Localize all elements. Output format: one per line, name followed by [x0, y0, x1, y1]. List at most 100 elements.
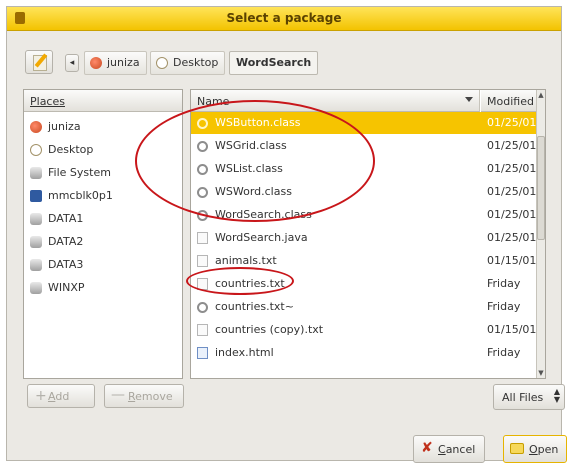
drive-icon [30, 259, 42, 271]
open-button[interactable]: Open [503, 435, 567, 463]
sort-descending-icon [465, 97, 473, 102]
file-name: countries.txt [215, 277, 285, 290]
add-label: dd [55, 390, 70, 403]
file-name: animals.txt [215, 254, 277, 267]
document-file-icon [197, 324, 208, 336]
file-name: countries.txt~ [215, 300, 294, 313]
crumb-wordsearch[interactable]: WordSearch [229, 51, 319, 75]
file-name: WSGrid.class [215, 139, 287, 152]
scroll-left-button[interactable]: ◂ [65, 54, 79, 72]
desktop-icon [156, 57, 168, 69]
file-row[interactable]: WSList.class 01/25/01 [191, 158, 537, 180]
place-label: mmcblk0p1 [48, 189, 113, 202]
places-header[interactable]: Places [24, 90, 182, 112]
home-folder-icon [30, 121, 42, 133]
open-mnemonic: O [529, 443, 538, 456]
file-modified: 01/25/01 [487, 116, 537, 129]
file-list-pane: Name Modified WSButton.class 01/25/01 WSG… [190, 89, 546, 379]
open-label: pen [537, 443, 559, 456]
drive-icon [30, 213, 42, 225]
file-name: countries (copy).txt [215, 323, 324, 336]
file-row[interactable]: WSButton.class 01/25/01 [191, 112, 537, 134]
cancel-mnemonic: C [438, 443, 446, 456]
file-row[interactable]: countries.txt Friday [191, 273, 537, 295]
drive-icon [30, 167, 42, 179]
desktop-icon [30, 144, 42, 156]
places-pane: Places juniza Desktop File System mmcblk… [23, 89, 183, 379]
place-label: DATA1 [48, 212, 84, 225]
place-label: DATA3 [48, 258, 84, 271]
crumb-label: WordSearch [236, 56, 312, 69]
file-row[interactable]: countries.txt~ Friday [191, 296, 537, 318]
place-label: WINXP [48, 281, 85, 294]
file-list-scrollbar[interactable]: ▲ ▼ [536, 90, 545, 378]
html-file-icon [197, 347, 208, 359]
file-row[interactable]: countries (copy).txt 01/15/01 [191, 319, 537, 341]
class-file-icon [197, 210, 208, 221]
edit-location-button[interactable] [25, 50, 53, 74]
file-name: WSList.class [215, 162, 283, 175]
file-name: WSButton.class [215, 116, 301, 129]
file-row[interactable]: WSGrid.class 01/25/01 [191, 135, 537, 157]
cancel-button[interactable]: ✘ Cancel [413, 435, 485, 463]
document-file-icon [197, 232, 208, 244]
file-name: WordSearch.class [215, 208, 312, 221]
open-folder-icon [510, 443, 524, 454]
file-name: WSWord.class [215, 185, 292, 198]
cancel-x-icon: ✘ [421, 440, 433, 456]
places-header-label: Places [30, 95, 65, 108]
file-row[interactable]: WSWord.class 01/25/01 [191, 181, 537, 203]
places-item-desktop[interactable]: Desktop [28, 139, 93, 161]
crumb-label: juniza [107, 56, 140, 69]
places-item-winxp[interactable]: WINXP [28, 277, 85, 299]
column-header-modified[interactable]: Modified [481, 90, 537, 112]
cancel-label: ancel [445, 443, 476, 456]
file-modified: 01/15/01 [487, 254, 537, 267]
title-bar[interactable]: Select a package [7, 7, 561, 31]
place-label: DATA2 [48, 235, 84, 248]
places-item-file-system[interactable]: File System [28, 162, 111, 184]
file-row[interactable]: WordSearch.java 01/25/01 [191, 227, 537, 249]
updown-arrows-icon: ▲ ▼ [553, 387, 560, 404]
add-place-button[interactable]: + Add [27, 384, 95, 408]
window-title: Select a package [226, 11, 342, 25]
places-item-data1[interactable]: DATA1 [28, 208, 83, 230]
backup-file-icon [197, 302, 208, 313]
column-header-name[interactable]: Name [191, 90, 480, 112]
places-item-juniza[interactable]: juniza [28, 116, 81, 138]
drive-icon [30, 282, 42, 294]
file-filter-select[interactable]: All Files ▲ ▼ [493, 384, 565, 410]
place-label: File System [48, 166, 111, 179]
file-row[interactable]: WordSearch.class 01/25/01 [191, 204, 537, 226]
places-item-data2[interactable]: DATA2 [28, 231, 83, 253]
file-name: WordSearch.java [215, 231, 308, 244]
scrollbar-thumb[interactable] [537, 136, 545, 240]
crumb-label: Desktop [173, 56, 219, 69]
minus-icon: — [111, 387, 125, 403]
file-modified: Friday [487, 277, 521, 290]
remove-place-button[interactable]: — Remove [104, 384, 184, 408]
harddisk-icon [30, 190, 42, 202]
crumb-juniza[interactable]: juniza [84, 51, 147, 75]
file-row[interactable]: index.html Friday [191, 342, 537, 364]
file-modified: 01/25/01 [487, 162, 537, 175]
select-package-dialog: Select a package ◂ juniza Desktop WordSe… [6, 6, 567, 463]
file-row[interactable]: animals.txt 01/15/01 [191, 250, 537, 272]
column-name-label: Name [197, 95, 230, 108]
file-modified: 01/25/01 [487, 208, 537, 221]
place-label: Desktop [48, 143, 94, 156]
document-file-icon [197, 255, 208, 267]
scroll-down-icon[interactable]: ▼ [537, 368, 545, 378]
home-folder-icon [90, 57, 102, 69]
scroll-up-icon[interactable]: ▲ [537, 90, 545, 100]
places-item-data3[interactable]: DATA3 [28, 254, 83, 276]
crumb-desktop[interactable]: Desktop [150, 51, 226, 75]
file-name: index.html [215, 346, 274, 359]
class-file-icon [197, 118, 208, 129]
file-modified: 01/25/01 [487, 185, 537, 198]
filter-label: All Files [502, 391, 544, 404]
file-modified: 01/15/01 [487, 323, 537, 336]
place-label: juniza [48, 120, 81, 133]
drive-icon [30, 236, 42, 248]
places-item-mmcblk0p1[interactable]: mmcblk0p1 [28, 185, 113, 207]
